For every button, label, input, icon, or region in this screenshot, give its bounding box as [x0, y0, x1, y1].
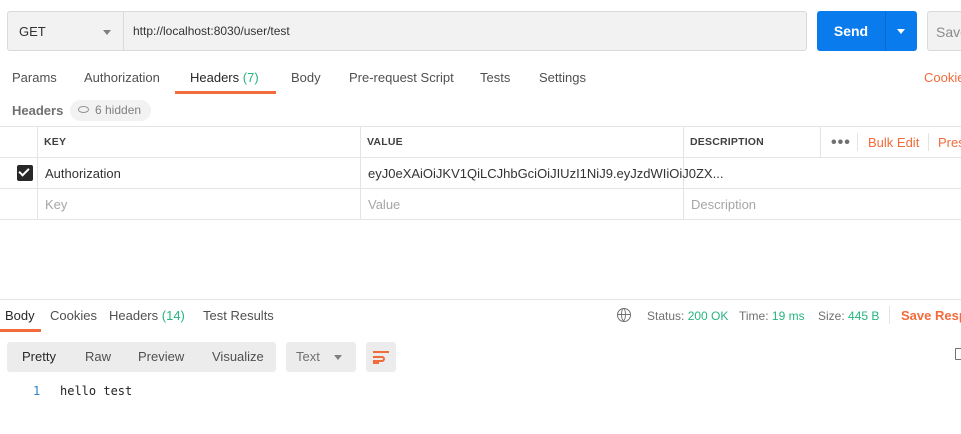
- status-divider: [889, 306, 890, 324]
- tab-label: Pre-request Script: [349, 70, 454, 85]
- headers-section-title: Headers: [12, 103, 64, 118]
- globe-icon[interactable]: [617, 308, 631, 322]
- presets-link[interactable]: Presets: [938, 135, 961, 150]
- time-value: 19 ms: [771, 309, 805, 323]
- globe-equator: [618, 314, 630, 315]
- size-indicator[interactable]: Size: 445 B: [818, 309, 879, 323]
- response-tab-headers[interactable]: Headers (14): [109, 308, 185, 323]
- save-response-button[interactable]: Save Response: [901, 308, 961, 323]
- table-column-divider: [820, 126, 821, 157]
- more-options-icon[interactable]: •••: [831, 134, 851, 152]
- view-raw-button[interactable]: Raw: [85, 349, 111, 364]
- send-label: Send: [833, 23, 869, 39]
- copy-icon[interactable]: [955, 348, 961, 360]
- table-column-divider: [928, 133, 929, 151]
- send-button[interactable]: Send: [817, 11, 917, 51]
- tab-label: Test Results: [203, 308, 274, 323]
- active-response-tab-indicator: [0, 329, 41, 332]
- table-column-divider: [360, 126, 361, 219]
- table-header-border: [0, 157, 961, 158]
- hidden-headers-toggle[interactable]: 6 hidden: [70, 100, 152, 121]
- view-preview-button[interactable]: Preview: [138, 349, 184, 364]
- eye-icon: [78, 106, 89, 114]
- column-header-description: DESCRIPTION: [690, 136, 764, 148]
- tab-label: Settings: [539, 70, 586, 85]
- chevron-down-icon: [334, 355, 342, 360]
- tab-label: Authorization: [84, 70, 160, 85]
- view-pretty-button[interactable]: Pretty: [22, 349, 56, 364]
- send-divider: [885, 11, 886, 51]
- new-description-input[interactable]: Description: [691, 197, 756, 212]
- tab-settings[interactable]: Settings: [539, 70, 586, 85]
- column-header-value: VALUE: [367, 136, 403, 148]
- table-row-border: [0, 188, 961, 189]
- size-label: Size:: [818, 309, 845, 323]
- table-column-divider: [857, 133, 858, 151]
- save-label: Save: [936, 24, 961, 40]
- response-tab-test-results[interactable]: Test Results: [203, 308, 274, 323]
- view-visualize-button[interactable]: Visualize: [212, 349, 264, 364]
- check-icon: [18, 165, 30, 177]
- format-label: Text: [296, 349, 320, 364]
- response-body-line: hello test: [60, 384, 133, 398]
- body-view-mode-group: Pretty Raw Preview Visualize: [7, 342, 276, 372]
- table-border-top: [0, 126, 961, 127]
- header-key-cell[interactable]: Authorization: [45, 166, 121, 181]
- chevron-down-icon: [103, 30, 111, 35]
- url-text: http://localhost:8030/user/test: [133, 24, 290, 38]
- header-enabled-checkbox[interactable]: [17, 165, 33, 181]
- cookies-link[interactable]: Cookies: [924, 70, 961, 85]
- tab-pre-request-script[interactable]: Pre-request Script: [349, 70, 454, 85]
- tab-params[interactable]: Params: [12, 70, 57, 85]
- column-header-key: KEY: [44, 136, 67, 148]
- method-label: GET: [19, 24, 46, 39]
- tab-tests[interactable]: Tests: [480, 70, 510, 85]
- wrap-lines-icon: [373, 362, 379, 364]
- wrap-lines-button[interactable]: [366, 342, 396, 372]
- header-value-cell[interactable]: eyJ0eXAiOiJKV1QiLCJhbGciOiJIUzI1NiJ9.eyJ…: [368, 166, 723, 181]
- tab-headers[interactable]: Headers (7): [190, 70, 259, 85]
- size-value: 445 B: [848, 309, 880, 323]
- format-select[interactable]: Text: [286, 342, 356, 372]
- wrap-lines-icon: [373, 351, 389, 353]
- tab-count: (14): [161, 308, 185, 323]
- status-label: Status:: [647, 309, 685, 323]
- tab-label: Body: [291, 70, 321, 85]
- method-select[interactable]: GET: [7, 11, 123, 51]
- tab-label: Params: [12, 70, 57, 85]
- chevron-down-icon[interactable]: [897, 29, 905, 34]
- tab-label: Headers: [190, 70, 240, 85]
- active-tab-indicator: [175, 91, 276, 94]
- table-column-divider: [37, 126, 38, 219]
- new-key-input[interactable]: Key: [45, 197, 67, 212]
- table-row-border: [0, 219, 961, 220]
- tab-body[interactable]: Body: [291, 70, 321, 85]
- tab-label: Cookies: [50, 308, 97, 323]
- time-indicator[interactable]: Time: 19 ms: [739, 309, 805, 323]
- tab-label: Tests: [480, 70, 511, 85]
- bulk-edit-link[interactable]: Bulk Edit: [868, 135, 919, 150]
- tab-label: Body: [5, 308, 35, 323]
- line-number: 1: [33, 384, 41, 398]
- tab-authorization[interactable]: Authorization: [84, 70, 160, 85]
- status-indicator[interactable]: Status: 200 OK: [647, 309, 728, 323]
- time-label: Time:: [739, 309, 769, 323]
- url-input[interactable]: http://localhost:8030/user/test: [123, 11, 807, 51]
- new-value-input[interactable]: Value: [368, 197, 400, 212]
- tab-count: (7): [242, 70, 259, 85]
- response-divider: [0, 299, 961, 300]
- response-tab-cookies[interactable]: Cookies: [50, 308, 97, 323]
- tab-label: Headers: [109, 308, 159, 323]
- response-tab-body[interactable]: Body: [5, 308, 35, 323]
- status-value: 200 OK: [687, 309, 729, 323]
- save-button[interactable]: Save: [927, 11, 961, 51]
- hidden-count-label: 6 hidden: [95, 103, 142, 117]
